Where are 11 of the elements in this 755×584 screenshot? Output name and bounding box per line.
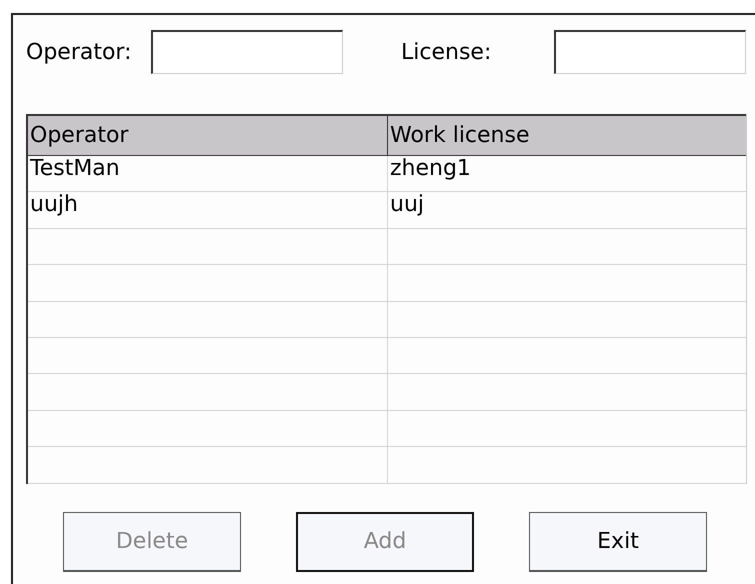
field-label: Operator:	[26, 38, 132, 66]
text-field[interactable]	[150, 30, 342, 74]
text-field[interactable]	[554, 30, 746, 74]
action-button[interactable]: Exit	[529, 512, 707, 572]
column-header[interactable]: Work license	[388, 116, 746, 155]
column-header[interactable]: Operator	[28, 116, 388, 155]
table-cell: TestMan	[30, 156, 120, 182]
table-cell: uuj	[390, 192, 424, 218]
field-label: License:	[401, 38, 492, 66]
table-cell: uujh	[30, 192, 78, 218]
table-cell: zheng1	[390, 156, 471, 182]
